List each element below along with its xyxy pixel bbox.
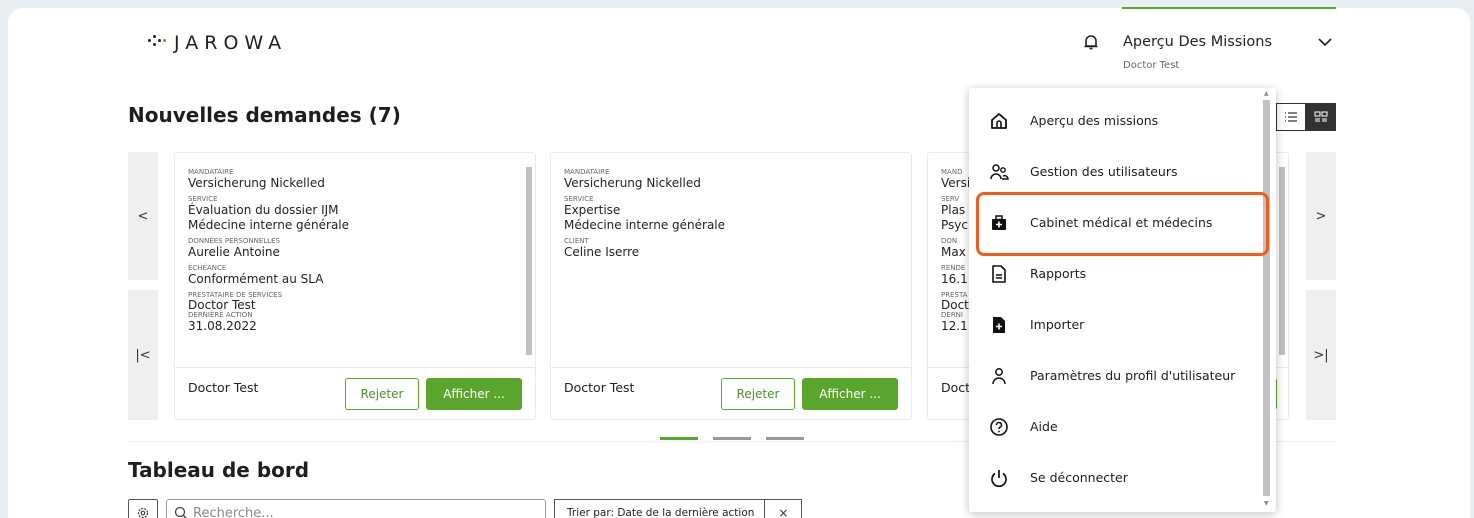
menu-item-missions[interactable]: Aperçu des missions	[969, 95, 1263, 146]
menu-item-label: Aide	[1030, 419, 1058, 434]
card-footer: Doctor Test Rejeter Afficher ...	[551, 367, 911, 419]
carousel-pagination	[660, 437, 804, 440]
menu-item-profile-settings[interactable]: Paramètres du profil d'utilisateur	[969, 350, 1263, 401]
show-button[interactable]: Afficher ...	[802, 378, 898, 410]
help-icon	[990, 417, 1008, 436]
menu-item-help[interactable]: Aide	[969, 401, 1263, 452]
scroll-up-icon[interactable]: ▲	[1264, 90, 1269, 97]
search-placeholder: Recherche...	[193, 505, 274, 518]
show-button[interactable]: Afficher ...	[426, 378, 522, 410]
menu-item-label: Se déconnecter	[1030, 470, 1128, 485]
user-dropdown-menu: Aperçu des missions Gestion des utilisat…	[969, 88, 1276, 512]
first-button[interactable]: |<	[128, 290, 158, 420]
page-dot[interactable]	[766, 437, 804, 440]
field-label: DERNIÈRE ACTION	[188, 311, 253, 319]
reject-button[interactable]: Rejeter	[721, 378, 795, 410]
card-scrollbar[interactable]	[1279, 167, 1285, 355]
jarowa-logo[interactable]: JAROWA	[148, 32, 287, 54]
user-menu-title[interactable]: Aperçu Des Missions	[1123, 34, 1272, 50]
gear-icon	[137, 507, 149, 518]
dashboard-title: Tableau de bord	[128, 458, 310, 482]
field-label: CLIENT	[564, 237, 589, 245]
new-requests-title: Nouvelles demandes (7)	[128, 103, 401, 127]
field-value: Doctor Test	[188, 298, 256, 312]
highlight-box	[976, 192, 1269, 256]
search-icon	[174, 506, 187, 518]
field-value: Versicherung Nickelled	[188, 176, 325, 190]
card-footer: Doctor Test Rejeter Afficher ...	[175, 367, 535, 419]
menu-item-import[interactable]: Importer	[969, 299, 1263, 350]
menu-item-label: Rapports	[1030, 266, 1087, 281]
home-icon	[991, 112, 1007, 129]
sort-label: Trier par: Date de la dernière action	[555, 500, 766, 518]
users-icon	[990, 163, 1009, 180]
field-value: Conformément au SLA	[188, 272, 324, 286]
reject-button[interactable]: Rejeter	[345, 378, 419, 410]
card-owner: Doctor Test	[188, 380, 259, 395]
chevron-down-icon[interactable]	[1317, 36, 1333, 48]
field-label: DONNÉES PERSONNELLES	[188, 237, 280, 245]
active-tab-indicator	[1122, 7, 1336, 9]
last-button[interactable]: >|	[1306, 290, 1336, 420]
menu-item-label: Gestion des utilisateurs	[1030, 164, 1178, 179]
logo-text: JAROWA	[174, 32, 288, 54]
card-scrollbar[interactable]	[526, 167, 532, 355]
list-view-button[interactable]	[1276, 103, 1306, 131]
file-plus-icon	[993, 316, 1005, 333]
scroll-down-icon[interactable]: ▼	[1264, 500, 1269, 507]
menu-item-logout[interactable]: Se déconnecter	[969, 452, 1263, 503]
field-label: ÉCHÉANCE	[188, 264, 227, 272]
view-toggle	[1276, 103, 1336, 131]
power-icon	[991, 469, 1007, 487]
menu-item-label: Aperçu des missions	[1030, 113, 1159, 128]
field-label: SERVICE	[564, 195, 594, 203]
card-owner: Doctor Test	[564, 380, 635, 395]
request-card: MANDATAIRE Versicherung Nickelled SERVIC…	[550, 152, 912, 420]
user-menu-subtitle: Doctor Test	[1123, 60, 1180, 71]
field-value: Évaluation du dossier IJM Médecine inter…	[188, 203, 350, 232]
page-dot[interactable]	[660, 437, 698, 440]
clear-sort-button[interactable]: ×	[765, 506, 801, 518]
field-label: MANDATAIRE	[564, 168, 610, 176]
card-view-button[interactable]	[1306, 103, 1336, 131]
search-input[interactable]: Recherche...	[166, 499, 546, 518]
field-value: Celine Iserre	[564, 245, 640, 259]
menu-item-label: Importer	[1030, 317, 1085, 332]
prev-button[interactable]: <	[128, 152, 158, 280]
list-icon	[1285, 112, 1297, 122]
field-value: Expertise Médecine interne générale	[564, 203, 726, 232]
report-icon	[992, 264, 1006, 283]
field-value: 31.08.2022	[188, 319, 257, 333]
field-label: SERVICE	[188, 195, 218, 203]
request-card: MANDATAIRE Versicherung Nickelled SERVIC…	[174, 152, 536, 420]
settings-button[interactable]	[128, 499, 158, 518]
next-button[interactable]: >	[1306, 152, 1336, 280]
page-dot[interactable]	[713, 437, 751, 440]
field-label: MANDATAIRE	[188, 168, 234, 176]
grid-icon	[1314, 111, 1328, 122]
menu-scrollbar[interactable]	[1263, 100, 1270, 496]
menu-item-users[interactable]: Gestion des utilisateurs	[969, 146, 1263, 197]
field-value: Aurelie Antoine	[188, 245, 280, 259]
user-icon	[992, 367, 1006, 384]
card-owner: Doct	[941, 380, 971, 395]
logo-mark-icon	[148, 35, 168, 51]
field-value: Versicherung Nickelled	[564, 176, 701, 190]
menu-item-label: Paramètres du profil d'utilisateur	[1030, 368, 1236, 383]
sort-chip[interactable]: Trier par: Date de la dernière action ×	[554, 499, 803, 518]
bell-icon[interactable]	[1081, 32, 1101, 52]
